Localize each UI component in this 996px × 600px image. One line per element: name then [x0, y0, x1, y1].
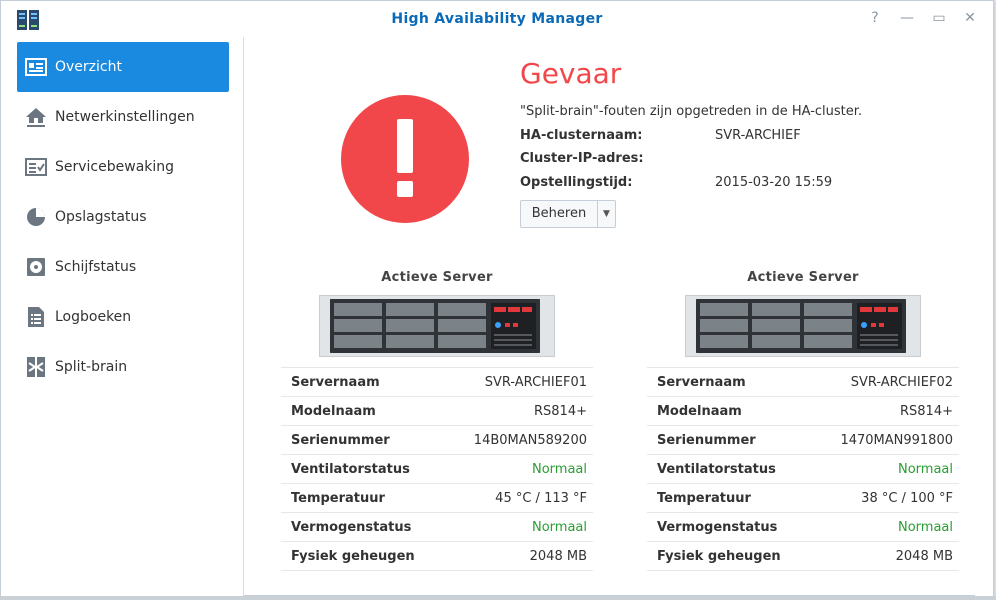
row-value: Normaal	[443, 454, 593, 484]
row-label: Temperatuur	[647, 483, 810, 513]
row-label: Temperatuur	[281, 483, 444, 513]
table-row: Servernaam SVR-ARCHIEF02	[647, 367, 959, 397]
disk-icon	[25, 256, 47, 278]
help-icon[interactable]: ?	[868, 11, 882, 25]
vertical-scrollbar[interactable]	[975, 37, 993, 597]
sidebar-item-label: Overzicht	[55, 59, 122, 75]
row-value: RS814+	[443, 396, 593, 426]
row-label: Vermogenstatus	[647, 512, 810, 542]
table-row: Temperatuur 38 °C / 100 °F	[647, 483, 959, 513]
danger-warning-icon	[341, 95, 469, 223]
log-document-icon	[25, 306, 47, 328]
row-value: Normaal	[809, 454, 959, 484]
setup-time-value: 2015-03-20 15:59	[715, 175, 833, 190]
setup-time-label: Opstellingstijd:	[520, 175, 633, 190]
rack-server-icon	[685, 295, 921, 357]
split-brain-icon	[25, 356, 47, 378]
cluster-name-label: HA-clusternaam:	[520, 128, 643, 143]
row-label: Servernaam	[647, 367, 810, 397]
overview-icon	[25, 56, 47, 78]
sidebar-item-opslagstatus[interactable]: Opslagstatus	[17, 192, 229, 242]
server-card-2: Actieve Server Servernaam SVR-ARCHIEF02 …	[647, 267, 959, 571]
sidebar-item-label: Schijfstatus	[55, 259, 137, 275]
table-row: Serienummer 14B0MAN589200	[281, 425, 593, 455]
row-value: RS814+	[809, 396, 959, 426]
pie-chart-icon	[25, 206, 47, 228]
sidebar-item-logboeken[interactable]: Logboeken	[17, 292, 229, 342]
row-value: SVR-ARCHIEF02	[809, 367, 959, 397]
status-title: Gevaar	[520, 57, 622, 90]
table-row: Fysiek geheugen 2048 MB	[281, 541, 593, 571]
server-card-1: Actieve Server Servernaam SVR-ARCHIEF01 …	[281, 267, 593, 571]
sidebar: Overzicht Netwerkinstellingen Servicebew…	[1, 37, 244, 597]
sidebar-item-label: Opslagstatus	[55, 209, 147, 225]
table-row: Vermogenstatus Normaal	[647, 512, 959, 542]
sidebar-item-schijfstatus[interactable]: Schijfstatus	[17, 242, 229, 292]
window-title: High Availability Manager	[391, 11, 603, 27]
table-row: Fysiek geheugen 2048 MB	[647, 541, 959, 571]
row-label: Serienummer	[647, 425, 810, 455]
app-window: High Availability Manager ? — ▭ ✕ Overzi…	[0, 0, 994, 597]
title-bar[interactable]: High Availability Manager ? — ▭ ✕	[1, 1, 993, 37]
table-row: Vermogenstatus Normaal	[281, 512, 593, 542]
service-list-icon	[25, 156, 47, 178]
maximize-icon[interactable]: ▭	[932, 11, 946, 25]
row-label: Fysiek geheugen	[281, 541, 444, 571]
table-row: Temperatuur 45 °C / 113 °F	[281, 483, 593, 513]
row-label: Fysiek geheugen	[647, 541, 810, 571]
row-value: 45 °C / 113 °F	[443, 483, 593, 513]
row-label: Vermogenstatus	[281, 512, 444, 542]
server-heading: Actieve Server	[381, 270, 493, 285]
row-value: 38 °C / 100 °F	[809, 483, 959, 513]
chevron-down-icon[interactable]: ▼	[597, 201, 615, 227]
sidebar-item-label: Servicebewaking	[55, 159, 175, 175]
cluster-name-value: SVR-ARCHIEF	[715, 128, 801, 143]
row-label: Ventilatorstatus	[281, 454, 444, 484]
network-home-icon	[25, 106, 47, 128]
row-value: SVR-ARCHIEF01	[443, 367, 593, 397]
table-row: Modelnaam RS814+	[647, 396, 959, 426]
rack-server-icon	[319, 295, 555, 357]
sidebar-item-servicebewaking[interactable]: Servicebewaking	[17, 142, 229, 192]
row-value: Normaal	[809, 512, 959, 542]
row-value: 1470MAN991800	[809, 425, 959, 455]
row-label: Servernaam	[281, 367, 444, 397]
sidebar-item-overzicht[interactable]: Overzicht	[17, 42, 229, 92]
server-info-table: Servernaam SVR-ARCHIEF01 Modelnaam RS814+ …	[281, 367, 593, 571]
server-info-table: Servernaam SVR-ARCHIEF02 Modelnaam RS814+ …	[647, 367, 959, 571]
cluster-ip-label: Cluster-IP-adres:	[520, 151, 644, 166]
status-message: "Split-brain"-fouten zijn opgetreden in …	[520, 104, 863, 119]
server-heading: Actieve Server	[747, 270, 859, 285]
row-label: Modelnaam	[647, 396, 810, 426]
row-value: 2048 MB	[809, 541, 959, 571]
row-label: Serienummer	[281, 425, 444, 455]
sidebar-item-label: Logboeken	[55, 309, 132, 325]
row-label: Ventilatorstatus	[647, 454, 810, 484]
desktop-background	[0, 596, 996, 600]
table-row: Modelnaam RS814+	[281, 396, 593, 426]
row-label: Modelnaam	[281, 396, 444, 426]
overview-panel: Gevaar "Split-brain"-fouten zijn opgetre…	[245, 37, 977, 597]
sidebar-item-split-brain[interactable]: Split-brain	[17, 342, 229, 392]
table-row: Ventilatorstatus Normaal	[647, 454, 959, 484]
row-value: Normaal	[443, 512, 593, 542]
close-icon[interactable]: ✕	[963, 11, 977, 25]
row-value: 2048 MB	[443, 541, 593, 571]
manage-button-label: Beheren	[531, 206, 587, 221]
sidebar-item-label: Netwerkinstellingen	[55, 109, 195, 125]
table-row: Serienummer 1470MAN991800	[647, 425, 959, 455]
sidebar-item-netwerkinstellingen[interactable]: Netwerkinstellingen	[17, 92, 229, 142]
table-row: Ventilatorstatus Normaal	[281, 454, 593, 484]
manage-button[interactable]: Beheren ▼	[520, 200, 616, 228]
sidebar-item-label: Split-brain	[55, 359, 128, 375]
minimize-icon[interactable]: —	[900, 11, 914, 25]
row-value: 14B0MAN589200	[443, 425, 593, 455]
table-row: Servernaam SVR-ARCHIEF01	[281, 367, 593, 397]
